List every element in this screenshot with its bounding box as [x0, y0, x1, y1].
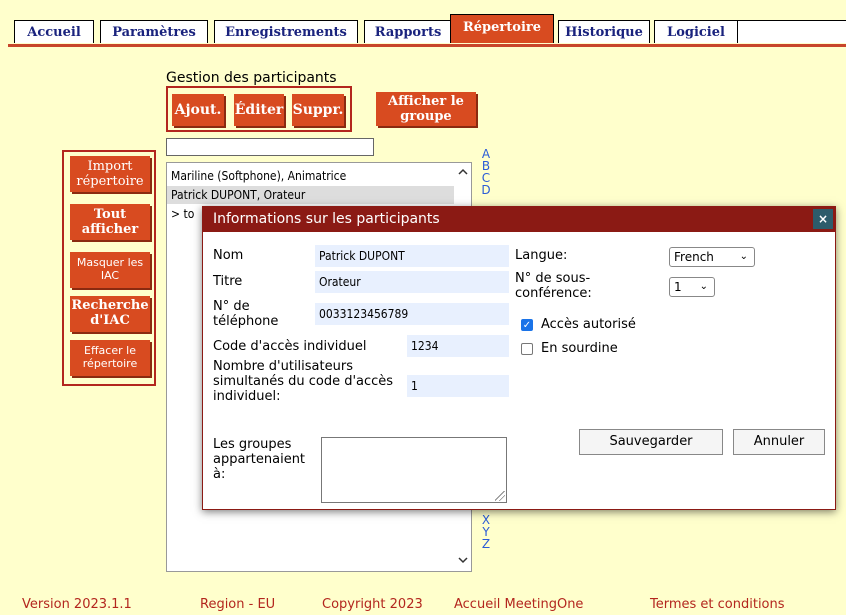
tab-enregistrements[interactable]: Enregistrements — [214, 20, 358, 43]
scroll-up-icon[interactable] — [455, 165, 471, 179]
tab-parametres[interactable]: Paramètres — [100, 20, 208, 43]
name-label: Nom — [213, 248, 244, 263]
language-select[interactable]: French ⌄ — [669, 247, 755, 267]
edit-button[interactable]: Éditer — [234, 94, 284, 126]
resize-grip-icon[interactable] — [495, 491, 505, 501]
footer-terms-link[interactable]: Termes et conditions — [650, 597, 785, 612]
subconference-label: N° de sous-conférence: — [515, 271, 592, 301]
tab-logiciel[interactable]: Logiciel — [654, 20, 738, 43]
list-item-selected[interactable]: Patrick DUPONT, Orateur — [167, 186, 454, 204]
clear-directory-button[interactable]: Effacer le répertoire — [70, 340, 150, 376]
name-field[interactable]: Patrick DUPONT — [315, 245, 509, 267]
mute-checkbox[interactable] — [521, 343, 533, 355]
groups-label: Les groupes appartenaient à: — [213, 437, 306, 482]
simultaneous-users-label: Nombre d'utilisateurs simultanés du code… — [213, 359, 394, 404]
title-label: Titre — [213, 274, 243, 289]
access-code-label: Code d'accès individuel — [213, 339, 367, 354]
simultaneous-users-field[interactable]: 1 — [407, 375, 509, 397]
groups-textarea[interactable] — [321, 437, 507, 503]
footer-home-link[interactable]: Accueil MeetingOne — [454, 597, 583, 612]
participants-heading: Gestion des participants — [166, 70, 337, 86]
access-authorized-label: Accès autorisé — [541, 317, 636, 332]
alpha-link-d[interactable]: D — [481, 184, 491, 196]
cancel-button[interactable]: Annuler — [733, 429, 825, 455]
footer-region: Region - EU — [200, 597, 276, 612]
show-group-button[interactable]: Afficher le groupe — [376, 92, 476, 126]
footer-copyright: Copyright 2023 — [322, 597, 423, 612]
show-all-button[interactable]: Tout afficher — [70, 204, 150, 240]
tab-bar: Accueil Paramètres Enregistrements Rappo… — [14, 14, 846, 46]
tab-historique[interactable]: Historique — [558, 20, 650, 43]
title-field[interactable]: Orateur — [315, 271, 509, 293]
save-button[interactable]: Sauvegarder — [579, 429, 723, 455]
alpha-link-z[interactable]: Z — [481, 538, 491, 550]
access-authorized-checkbox[interactable]: ✓ — [521, 319, 533, 331]
tab-repertoire[interactable]: Répertoire — [450, 14, 554, 43]
list-item[interactable]: Mariline (Softphone), Animatrice — [171, 167, 346, 185]
mute-label: En sourdine — [541, 341, 618, 356]
chevron-down-icon: ⌄ — [739, 251, 748, 262]
subconference-value: 1 — [674, 280, 682, 294]
tab-filler — [738, 20, 846, 43]
access-code-field[interactable]: 1234 — [407, 335, 509, 357]
phone-field[interactable]: 0033123456789 — [315, 303, 509, 325]
tab-accueil[interactable]: Accueil — [14, 20, 94, 43]
close-icon[interactable]: × — [813, 209, 833, 229]
footer-version: Version 2023.1.1 — [22, 597, 132, 612]
participant-info-dialog: Informations sur les participants × Nom … — [202, 206, 836, 510]
phone-label: N° de téléphone — [213, 299, 279, 329]
chevron-down-icon: ⌄ — [699, 281, 708, 292]
language-value: French — [674, 250, 714, 264]
dialog-title: Informations sur les participants — [203, 207, 835, 232]
participant-search-input[interactable] — [166, 138, 374, 156]
language-label: Langue: — [515, 248, 568, 263]
import-directory-button[interactable]: Import répertoire — [70, 156, 150, 192]
tab-rapports[interactable]: Rapports — [364, 20, 452, 43]
scroll-down-icon[interactable] — [455, 553, 471, 567]
list-item[interactable]: > to — [171, 205, 194, 223]
subconference-select[interactable]: 1 ⌄ — [669, 277, 715, 297]
add-button[interactable]: Ajout. — [172, 94, 224, 126]
search-iac-button[interactable]: Recherche d'IAC — [70, 296, 150, 332]
hide-iac-button[interactable]: Masquer les IAC — [70, 252, 150, 288]
delete-button[interactable]: Suppr. — [292, 94, 344, 126]
